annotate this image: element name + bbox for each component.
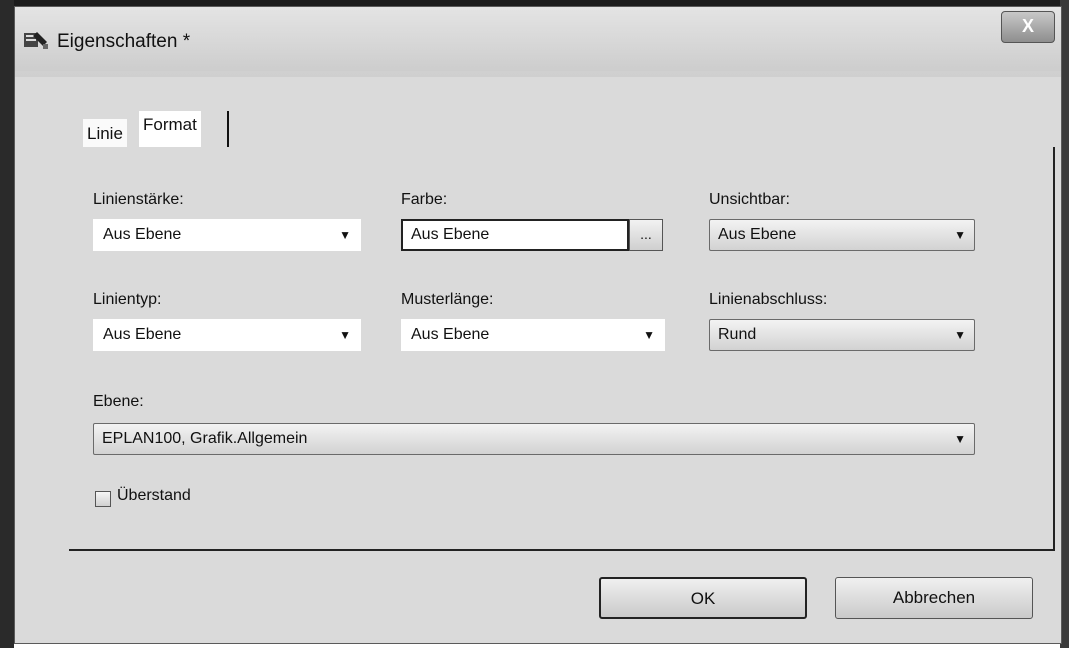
linienstaerke-label: Linienstärke: (93, 191, 184, 208)
musterlaenge-value: Aus Ebene (411, 326, 490, 343)
chevron-down-icon: ▼ (954, 432, 966, 446)
chevron-down-icon: ▼ (954, 228, 966, 242)
linientyp-value: Aus Ebene (103, 326, 182, 343)
linienabschluss-select[interactable]: Rund ▼ (709, 319, 975, 351)
tab-linie[interactable]: Linie (83, 119, 127, 149)
ebene-label: Ebene: (93, 393, 144, 410)
farbe-label: Farbe: (401, 191, 448, 208)
tab-format[interactable]: Format (139, 111, 201, 149)
title-bar: Eigenschaften * X (15, 7, 1061, 71)
ok-button[interactable]: OK (599, 577, 807, 619)
unsichtbar-value: Aus Ebene (718, 226, 797, 243)
tab-divider (227, 111, 229, 151)
screen-frame-left (0, 0, 14, 648)
cancel-button[interactable]: Abbrechen (835, 577, 1033, 619)
window-title: Eigenschaften * (57, 31, 191, 52)
ebene-select[interactable]: EPLAN100, Grafik.Allgemein ▼ (93, 423, 975, 455)
ueberstand-checkbox[interactable] (95, 491, 111, 507)
unsichtbar-select[interactable]: Aus Ebene ▼ (709, 219, 975, 251)
linienabschluss-label: Linienabschluss: (709, 291, 828, 308)
close-button[interactable]: X (1001, 11, 1055, 43)
linienstaerke-select[interactable]: Aus Ebene ▼ (93, 219, 361, 251)
linientyp-label: Linientyp: (93, 291, 162, 308)
linientyp-select[interactable]: Aus Ebene ▼ (93, 319, 361, 351)
ebene-value: EPLAN100, Grafik.Allgemein (102, 430, 308, 447)
properties-icon (24, 32, 48, 49)
properties-dialog: Eigenschaften * X Linie Format Linienstä… (14, 6, 1062, 644)
farbe-field[interactable]: Aus Ebene (401, 219, 629, 251)
unsichtbar-label: Unsichtbar: (709, 191, 790, 208)
linienabschluss-value: Rund (718, 326, 757, 343)
musterlaenge-label: Musterlänge: (401, 291, 494, 308)
musterlaenge-select[interactable]: Aus Ebene ▼ (401, 319, 665, 351)
ueberstand-label: Überstand (117, 487, 191, 504)
chevron-down-icon: ▼ (339, 328, 351, 342)
chevron-down-icon: ▼ (954, 328, 966, 342)
format-panel: Linienstärke: Aus Ebene ▼ Farbe: Aus Ebe… (69, 147, 1055, 551)
chevron-down-icon: ▼ (339, 228, 351, 242)
farbe-browse-button[interactable]: ... (629, 219, 663, 251)
chevron-down-icon: ▼ (643, 328, 655, 342)
linienstaerke-value: Aus Ebene (103, 226, 182, 243)
